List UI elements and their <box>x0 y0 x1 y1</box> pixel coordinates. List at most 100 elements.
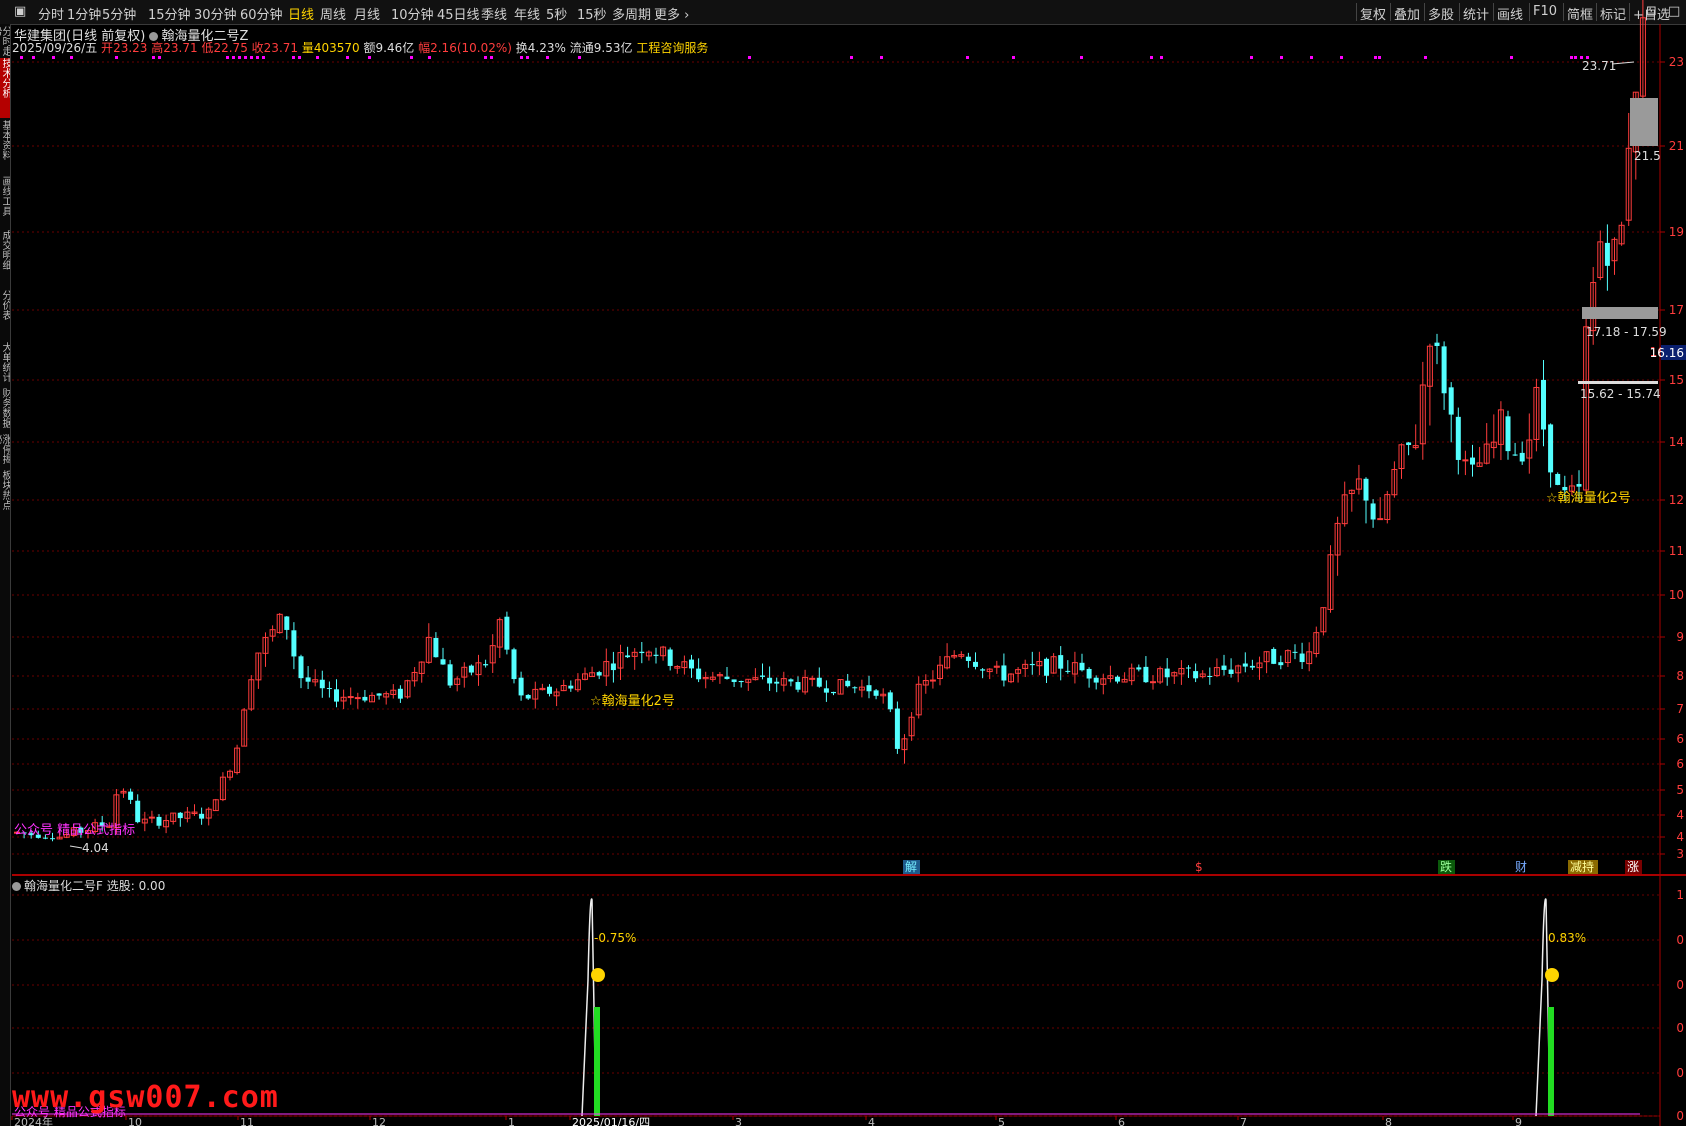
menu-toggle[interactable]: ▣ <box>14 4 26 19</box>
maximize-icon[interactable]: □ <box>1668 4 1680 19</box>
toolbar-button-0[interactable]: 复权 <box>1360 4 1386 23</box>
period-tab-9[interactable]: 10分钟 <box>391 4 434 23</box>
select-value: 0.00 <box>138 879 166 893</box>
signal-dot <box>52 56 55 59</box>
candle-body-down <box>298 656 304 679</box>
candle-body-down <box>1186 667 1191 669</box>
candle-body-up <box>1121 678 1128 683</box>
candle-body-down <box>305 677 311 682</box>
sub-axis-label: 0 <box>1676 1066 1684 1080</box>
candle-body-up <box>92 822 99 833</box>
period-tab-16[interactable]: 更多 › <box>654 4 689 23</box>
period-tab-1[interactable]: 1分钟 <box>67 4 101 23</box>
signal-dot <box>850 56 853 59</box>
sidebar-tab-8[interactable]: 涨停揭秘 <box>0 434 10 468</box>
period-tab-0[interactable]: 分时 <box>38 4 64 23</box>
sidebar-tab-7[interactable]: 财务数据 <box>0 388 10 432</box>
candle-body-up <box>1426 345 1433 387</box>
sidebar-tab-9[interactable]: 板块热点 <box>0 470 10 522</box>
candle-body-down <box>1136 667 1142 670</box>
candle-body-down <box>128 791 134 800</box>
toolbar-button-7[interactable]: 标记 <box>1600 4 1626 23</box>
period-tab-13[interactable]: 5秒 <box>546 4 567 23</box>
period-tab-12[interactable]: 年线 <box>514 4 540 23</box>
candle-body-down <box>1001 665 1007 681</box>
industry-link[interactable]: 工程咨询服务 <box>636 41 708 55</box>
candle-body-up <box>404 680 411 698</box>
sidebar-tab-6[interactable]: 大单统计 <box>0 342 10 386</box>
period-tab-15[interactable]: 多周期 <box>612 4 651 23</box>
sub-indicator-name[interactable]: 翰海量化二号F <box>24 879 103 893</box>
candle-body-up <box>70 827 77 837</box>
toolbar-separator <box>1629 3 1630 21</box>
signal-dot <box>1160 56 1163 59</box>
candle-body-down <box>1406 442 1412 446</box>
sidebar-tab-1[interactable]: 技术分析 <box>0 58 10 118</box>
candle-body-down <box>1249 665 1255 668</box>
sidebar-tab-2[interactable]: 基本资料 <box>0 120 10 174</box>
candle-body-up <box>1263 651 1270 663</box>
period-tab-4[interactable]: 30分钟 <box>194 4 237 23</box>
candle-body-up <box>1391 468 1398 496</box>
candle-body-down <box>433 637 439 658</box>
event-marker: 财 <box>1515 860 1527 874</box>
toolbar-button-5[interactable]: F10 <box>1533 4 1557 19</box>
toolbar-button-3[interactable]: 统计 <box>1463 4 1489 23</box>
resistance-box <box>1630 98 1658 146</box>
period-tab-14[interactable]: 15秒 <box>577 4 607 23</box>
period-tab-6[interactable]: 日线 <box>288 4 314 23</box>
price-axis-label: 12 <box>1669 493 1684 507</box>
sidebar-tab-4[interactable]: 成交明细 <box>0 230 10 288</box>
toolbar-button-1[interactable]: 叠加 <box>1394 4 1420 23</box>
period-tab-10[interactable]: 45日线 <box>437 4 480 23</box>
event-marker-bg <box>1438 860 1455 874</box>
turnover-value: 4.23% <box>527 41 566 55</box>
kline-chart[interactable]: 21.5 17.18 - 17.59 15.62 - 15.74 23.71 4.04 ☆… <box>0 0 1686 1126</box>
candle-body-down <box>547 686 552 694</box>
candle-body-up <box>929 679 936 682</box>
amount-value: 9.46亿 <box>375 41 415 55</box>
signal-dot <box>115 56 118 59</box>
sub-axis-label: 0 <box>1676 933 1684 947</box>
settings-circle-icon[interactable] <box>12 882 21 891</box>
promo-text-main: 公众号 精品公式指标 <box>14 823 135 838</box>
restore-icon[interactable]: ⊡ <box>1646 4 1657 19</box>
candle-body-up <box>944 656 951 669</box>
period-tab-2[interactable]: 5分钟 <box>102 4 136 23</box>
signal-dot <box>250 56 253 59</box>
candle-body-up <box>1348 489 1355 495</box>
toolbar-button-4[interactable]: 画线 <box>1497 4 1523 23</box>
spike-label: 0.83% <box>1548 931 1586 945</box>
period-tab-11[interactable]: 季线 <box>481 4 507 23</box>
sub-axis-label: 1 <box>1676 888 1684 902</box>
period-tab-8[interactable]: 月线 <box>354 4 380 23</box>
candle-body-up <box>227 770 233 778</box>
candle-body-down <box>873 690 879 696</box>
signal-dot <box>32 56 35 59</box>
open-label: 开 <box>101 41 114 55</box>
candle-body-down <box>1065 670 1071 672</box>
signal-dot <box>520 56 523 59</box>
x-axis-label: 6 <box>1118 1116 1125 1126</box>
candle-body-up <box>1583 326 1590 491</box>
toolbar-button-6[interactable]: 简框 <box>1567 4 1593 23</box>
spike-label: -0.75% <box>594 931 636 945</box>
candle-body-down <box>518 677 524 696</box>
sub-spike-bar <box>594 1007 600 1116</box>
high-label: 高 <box>151 41 164 55</box>
candle-body-up <box>1639 17 1646 97</box>
toolbar-button-2[interactable]: 多股 <box>1428 4 1454 23</box>
candle-body-down <box>1555 473 1561 485</box>
period-tab-7[interactable]: 周线 <box>320 4 346 23</box>
candle-body-up <box>205 808 212 819</box>
period-tab-5[interactable]: 60分钟 <box>240 4 283 23</box>
sidebar-tab-5[interactable]: 分价表 <box>0 290 10 340</box>
candle-body-up <box>1071 662 1078 675</box>
period-tab-3[interactable]: 15分钟 <box>148 4 191 23</box>
candle-body-up <box>1171 672 1178 677</box>
candle-body-down <box>35 834 41 838</box>
candle-body-down <box>1512 454 1518 456</box>
sidebar-tab-0[interactable]: 分时走势 <box>0 26 10 56</box>
sidebar-tab-3[interactable]: 画线工具 <box>0 176 10 228</box>
candle-body-down <box>816 677 822 687</box>
